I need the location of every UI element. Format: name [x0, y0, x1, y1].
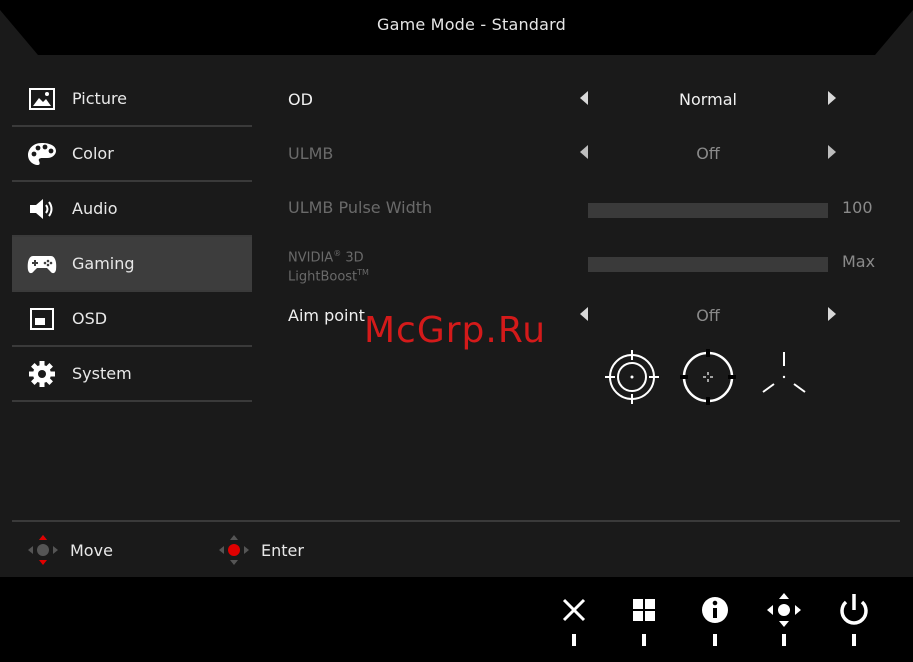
- setting-value: 100: [842, 198, 873, 217]
- sidebar-item-label: Audio: [72, 199, 118, 218]
- crosshair-circle-icon[interactable]: [604, 349, 660, 405]
- setting-label: ULMB: [288, 144, 334, 163]
- sidebar-item-label: Gaming: [72, 254, 135, 273]
- setting-label: ULMB Pulse Width: [288, 198, 433, 217]
- arrow-right-icon[interactable]: [828, 91, 836, 105]
- palette-icon: [27, 139, 57, 169]
- navigation-key[interactable]: [764, 590, 804, 650]
- sidebar-item-label: OSD: [72, 309, 108, 328]
- setting-value: Max: [842, 252, 876, 271]
- aim-point-options: [604, 349, 814, 405]
- setting-label: Aim point: [288, 306, 365, 325]
- setting-value: Off: [696, 306, 720, 325]
- navigation-enter-icon: [219, 535, 249, 565]
- info-key[interactable]: [695, 590, 735, 650]
- sidebar-item-label: Picture: [72, 89, 128, 108]
- menu-key[interactable]: [624, 590, 664, 650]
- hardware-keys: [0, 590, 913, 662]
- setting-ulmb[interactable]: ULMB Off: [288, 138, 888, 168]
- setting-label: NVIDIA® 3D LightBoostTM: [288, 249, 369, 285]
- grid-menu-icon: [633, 599, 655, 621]
- gear-icon: [27, 359, 57, 389]
- slider-track[interactable]: [588, 257, 828, 272]
- speaker-icon: [27, 194, 57, 224]
- arrow-left-icon[interactable]: [580, 145, 588, 159]
- key-marker: [713, 634, 717, 646]
- navigation-icon: [767, 593, 801, 627]
- setting-nvidia-3d-lightboost[interactable]: NVIDIA® 3D LightBoostTM Max: [288, 246, 888, 285]
- arrow-right-icon[interactable]: [828, 307, 836, 321]
- arrow-left-icon[interactable]: [580, 91, 588, 105]
- osd-header: Game Mode - Standard: [0, 0, 913, 60]
- legend-move: Move: [28, 534, 113, 566]
- setting-ulmb-pulse-width[interactable]: ULMB Pulse Width 100: [288, 192, 888, 222]
- info-icon: [702, 597, 728, 623]
- close-icon: [562, 598, 586, 622]
- legend-enter: Enter: [219, 534, 304, 566]
- sidebar-item-osd[interactable]: OSD: [12, 292, 252, 347]
- legend-move-label: Move: [70, 540, 113, 560]
- setting-label: OD: [288, 90, 313, 109]
- power-icon: [840, 594, 868, 625]
- gamepad-icon: [27, 249, 57, 279]
- watermark-text: McGrp.Ru: [364, 310, 547, 351]
- arrow-right-icon[interactable]: [828, 145, 836, 159]
- crosshair-dot-icon[interactable]: [680, 349, 736, 405]
- key-marker: [642, 634, 646, 646]
- sidebar-item-picture[interactable]: Picture: [12, 72, 252, 127]
- sidebar-item-gaming[interactable]: Gaming: [12, 237, 252, 292]
- crosshair-tri-icon[interactable]: [756, 349, 812, 405]
- arrow-left-icon[interactable]: [580, 307, 588, 321]
- osd-window-icon: [27, 304, 57, 334]
- power-key[interactable]: [834, 590, 874, 650]
- picture-icon: [27, 84, 57, 114]
- key-marker: [782, 634, 786, 646]
- sidebar: Picture Color Audio Gaming OSD System: [12, 72, 252, 402]
- close-key[interactable]: [554, 590, 594, 650]
- setting-value: Off: [696, 144, 720, 163]
- sidebar-item-audio[interactable]: Audio: [12, 182, 252, 237]
- key-marker: [852, 634, 856, 646]
- footer-divider: [12, 520, 900, 522]
- page-title: Game Mode - Standard: [376, 15, 567, 34]
- setting-od[interactable]: OD Normal: [288, 84, 888, 114]
- sidebar-item-color[interactable]: Color: [12, 127, 252, 182]
- sidebar-item-system[interactable]: System: [12, 347, 252, 402]
- navigation-move-icon: [28, 535, 58, 565]
- setting-value: Normal: [679, 90, 737, 109]
- sidebar-item-label: System: [72, 364, 132, 383]
- legend-enter-label: Enter: [261, 540, 304, 560]
- slider-track[interactable]: [588, 203, 828, 218]
- sidebar-item-label: Color: [72, 144, 114, 163]
- key-marker: [572, 634, 576, 646]
